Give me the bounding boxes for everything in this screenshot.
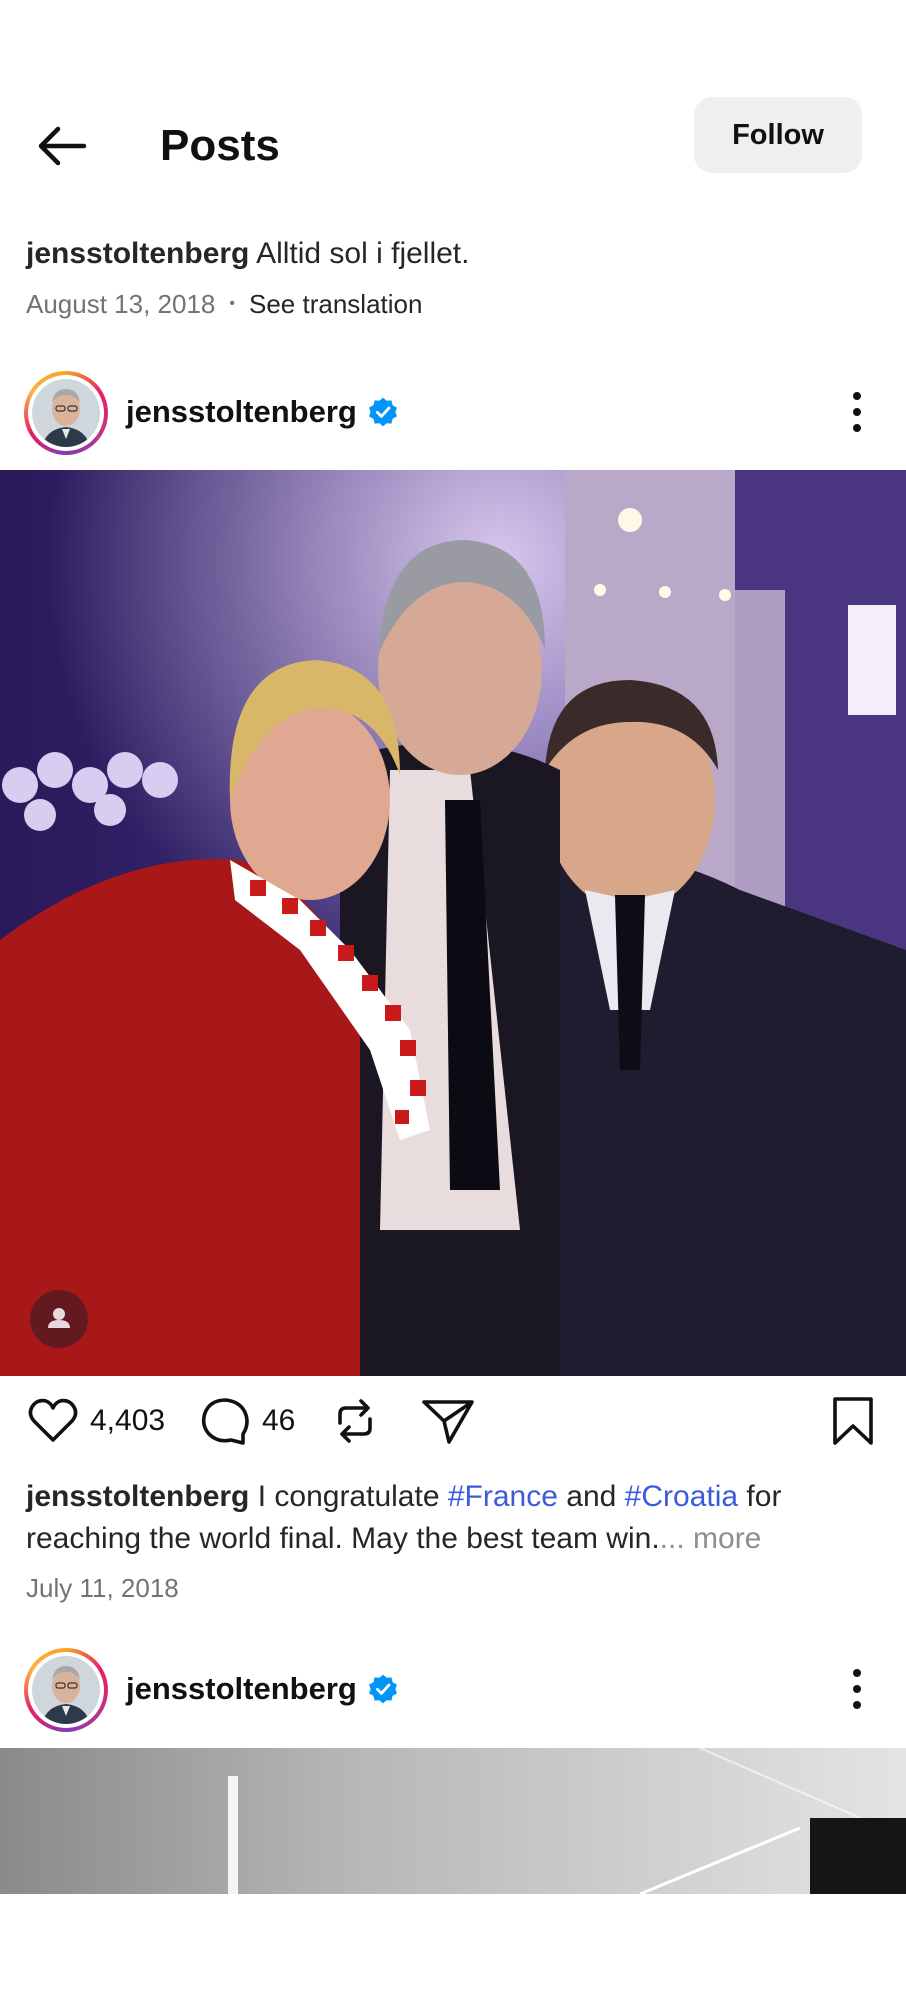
post-username[interactable]: jensstoltenberg <box>126 391 399 433</box>
caption-ellipsis: ... <box>659 1522 685 1555</box>
post-date: July 11, 2018 <box>26 1573 179 1603</box>
caption-username[interactable]: jensstoltenberg <box>26 1480 249 1513</box>
comment-count[interactable]: 46 <box>262 1404 295 1438</box>
post-header: jensstoltenberg <box>0 367 906 457</box>
verified-badge-icon <box>368 397 397 427</box>
caption-text: Alltid sol i fjellet. <box>256 237 470 270</box>
share-icon <box>422 1400 474 1444</box>
follow-button[interactable]: Follow <box>694 97 862 173</box>
like-button[interactable]: 4,403 <box>26 1394 165 1448</box>
comment-icon <box>201 1398 249 1445</box>
more-options-icon[interactable] <box>840 1666 874 1712</box>
more-options-icon[interactable] <box>840 389 874 435</box>
more-link[interactable]: more <box>693 1522 761 1555</box>
caption-text: and <box>566 1480 617 1513</box>
back-arrow-icon[interactable] <box>34 118 90 174</box>
post-image[interactable] <box>0 1748 906 1894</box>
page-title: Posts <box>160 121 280 170</box>
hashtag-link[interactable]: #France <box>448 1480 558 1513</box>
caption-text: I congratulate <box>257 1480 440 1513</box>
username-text[interactable]: jensstoltenberg <box>126 391 357 433</box>
post-date: August 13, 2018 <box>26 289 216 319</box>
avatar[interactable] <box>24 371 108 455</box>
save-button[interactable] <box>830 1394 876 1448</box>
see-translation-link[interactable]: See translation <box>249 284 422 324</box>
avatar[interactable] <box>24 1648 108 1732</box>
repost-button[interactable] <box>328 1394 382 1448</box>
previous-post-caption: jensstoltenberg Alltid sol i fjellet. <box>26 232 886 276</box>
verified-badge-icon <box>368 1674 397 1704</box>
post-image[interactable] <box>0 470 906 1376</box>
like-count[interactable]: 4,403 <box>90 1404 165 1438</box>
comment-button[interactable]: 46 <box>198 1394 295 1448</box>
heart-icon <box>28 1398 78 1442</box>
username-text[interactable]: jensstoltenberg <box>126 1668 357 1710</box>
post-actions: 4,403 46 <box>0 1394 906 1458</box>
separator-dot: • <box>229 295 235 312</box>
person-tag-icon <box>48 1308 70 1328</box>
caption-username[interactable]: jensstoltenberg <box>26 237 249 270</box>
repost-icon <box>338 1399 372 1443</box>
top-bar: Posts Follow <box>0 0 906 200</box>
share-button[interactable] <box>420 1394 476 1448</box>
post-caption: jensstoltenberg I congratulate #France a… <box>26 1476 886 1560</box>
tagged-people-button[interactable] <box>30 1290 88 1348</box>
previous-post-meta: August 13, 2018 • See translation <box>26 284 422 324</box>
bookmark-icon <box>833 1397 873 1445</box>
hashtag-link[interactable]: #Croatia <box>625 1480 738 1513</box>
post-header: jensstoltenberg <box>0 1644 906 1734</box>
post-username[interactable]: jensstoltenberg <box>126 1668 399 1710</box>
